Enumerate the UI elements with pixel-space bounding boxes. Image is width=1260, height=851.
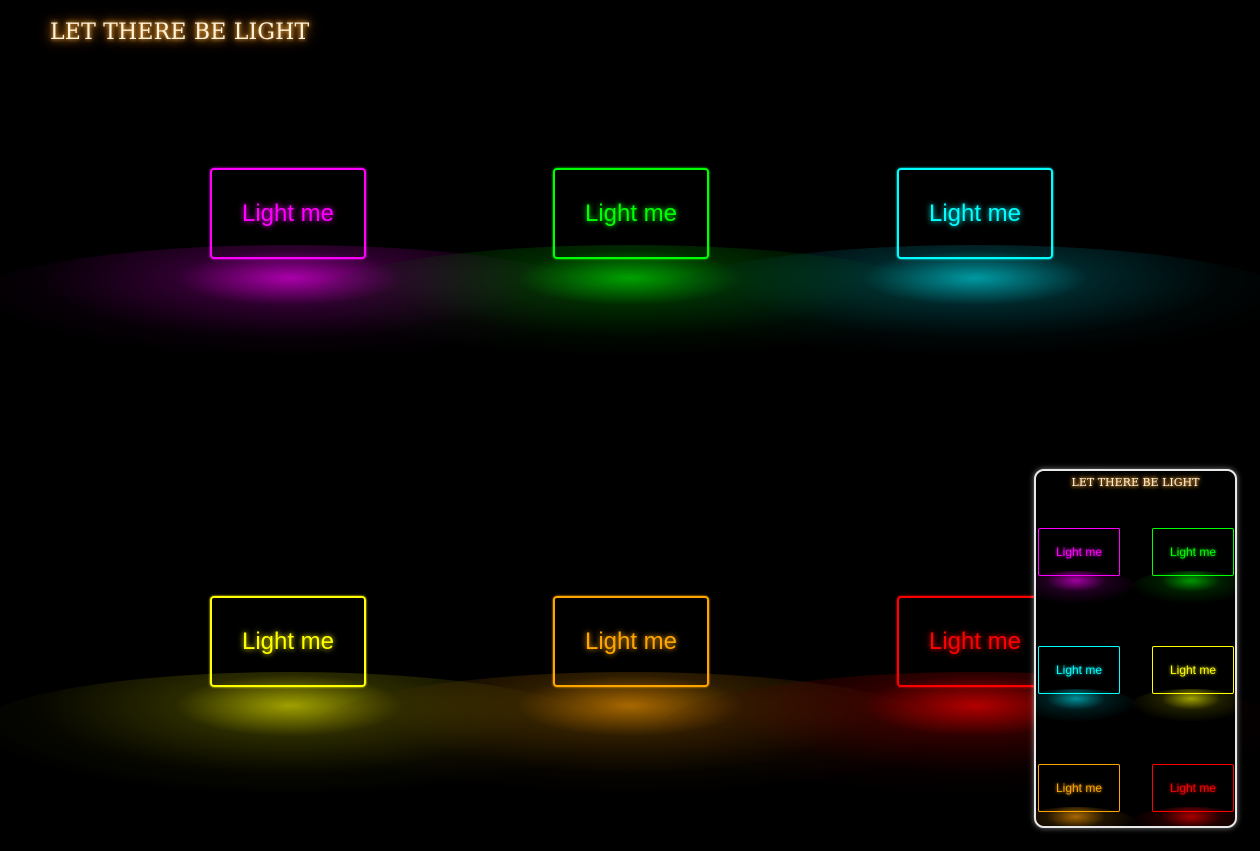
preview-button-orange[interactable]: Light me [1038,764,1120,812]
glow-magenta [0,245,610,355]
preview-button-magenta[interactable]: Light me [1038,528,1120,576]
light-button-red[interactable]: Light me [897,596,1053,687]
light-button-orange[interactable]: Light me [553,596,709,687]
glow-cyan [655,245,1260,355]
mobile-preview-frame: LET THERE BE LIGHT Light me Light me Lig… [1034,469,1237,828]
light-button-cyan[interactable]: Light me [897,168,1053,259]
light-button-green[interactable]: Light me [553,168,709,259]
light-button-yellow[interactable]: Light me [210,596,366,687]
glow-orange [310,672,950,792]
glow-yellow [0,672,610,792]
preview-button-red[interactable]: Light me [1152,764,1234,812]
preview-title: LET THERE BE LIGHT [1071,476,1200,489]
preview-button-yellow[interactable]: Light me [1152,646,1234,694]
light-button-magenta[interactable]: Light me [210,168,366,259]
preview-button-green[interactable]: Light me [1152,528,1234,576]
glow-green [310,245,950,355]
preview-button-cyan[interactable]: Light me [1038,646,1120,694]
page-title: LET THERE BE LIGHT [50,20,310,45]
